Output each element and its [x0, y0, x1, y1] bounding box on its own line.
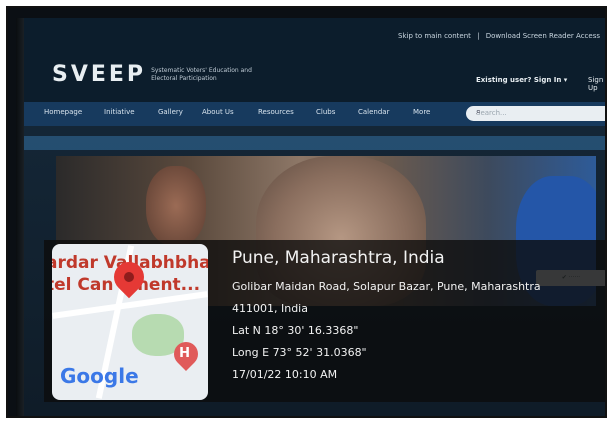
- nav-about-us[interactable]: About Us: [202, 108, 234, 116]
- nav-homepage[interactable]: Homepage: [44, 108, 82, 116]
- search-icon[interactable]: ⌕: [476, 107, 605, 117]
- nav-more[interactable]: More: [413, 108, 430, 116]
- nav-resources[interactable]: Resources: [258, 108, 294, 116]
- nav-gallery[interactable]: Gallery: [158, 108, 183, 116]
- main-nav: Homepage Initiative Gallery About Us Res…: [16, 102, 605, 126]
- location-title: Pune, Maharashtra, India: [232, 248, 445, 268]
- skip-link[interactable]: Skip to main content: [398, 32, 471, 40]
- nav-clubs[interactable]: Clubs: [316, 108, 335, 116]
- longitude: Long E 73° 52' 31.0368": [232, 346, 367, 359]
- photo-frame: Skip to main content | Download Screen R…: [6, 6, 607, 418]
- download-link[interactable]: Download Screen Reader Access: [486, 32, 600, 40]
- nav-initiative[interactable]: Initiative: [104, 108, 135, 116]
- sign-in-link[interactable]: Existing user? Sign In ▾: [476, 76, 567, 84]
- map-thumbnail: ardar Vallabhbhaitel Can ment... H Googl…: [52, 244, 208, 400]
- address-line-2: 411001, India: [232, 302, 308, 315]
- site-logo[interactable]: SVEEP Systematic Voters' Education and E…: [52, 62, 261, 87]
- address-line-1: Golibar Maidan Road, Solapur Bazar, Pune…: [232, 280, 541, 293]
- logo-text: SVEEP: [52, 62, 147, 87]
- hero-band: [16, 136, 605, 150]
- utility-links: Skip to main content | Download Screen R…: [398, 32, 600, 40]
- nav-calendar[interactable]: Calendar: [358, 108, 389, 116]
- background-person: [146, 166, 206, 246]
- sign-up-link[interactable]: Sign Up: [588, 76, 605, 92]
- search-input[interactable]: Search... ⌕: [466, 106, 605, 121]
- google-logo: Google: [60, 364, 139, 388]
- latitude: Lat N 18° 30' 16.3368": [232, 324, 359, 337]
- timestamp: 17/01/22 10:10 AM: [232, 368, 338, 381]
- logo-subtitle: Systematic Voters' Education and Elector…: [151, 66, 252, 82]
- geotag-info: Pune, Maharashtra, India Golibar Maidan …: [232, 248, 541, 386]
- monitor-bezel: [16, 18, 24, 416]
